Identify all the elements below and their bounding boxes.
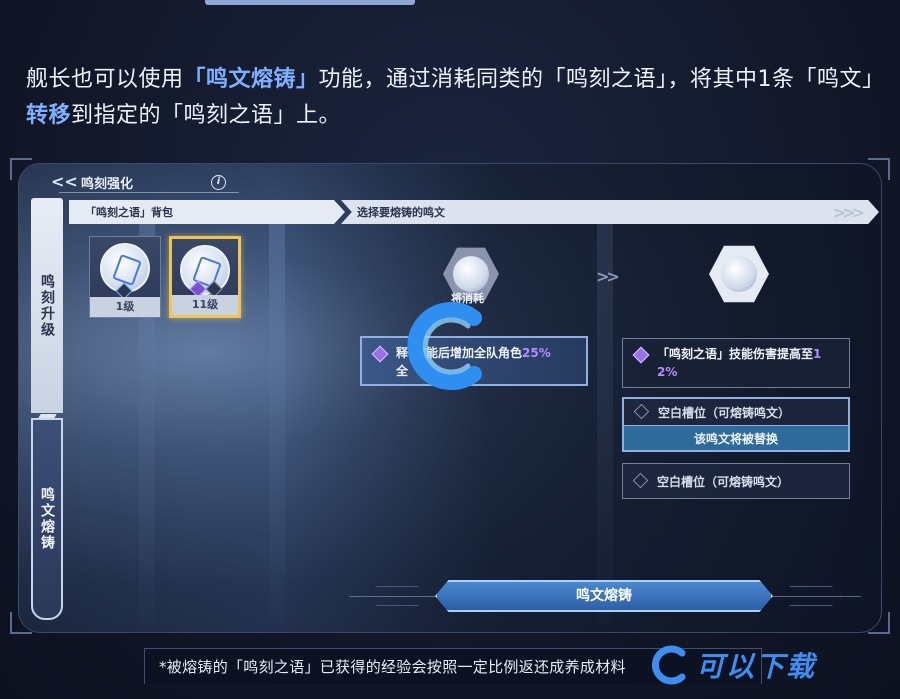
slot-label: 空白槽位（可熔铸鸣文） [658,405,791,420]
effect-percent: 1 [813,347,822,361]
target-stigmata-icon [709,245,769,303]
background-pillar [269,224,285,624]
intro-part1: 舰长也可以使用 [26,67,184,92]
effect-percent: 2% [657,365,678,379]
empty-slot[interactable]: 空白槽位（可熔铸鸣文） [622,463,850,499]
replace-note: 该鸣文将被替换 [622,426,850,452]
inscription-diamond-icon [371,345,389,363]
info-icon[interactable]: i [211,174,227,190]
top-tab-indicator [205,0,415,5]
header-underline [59,192,239,193]
tab-label: 鸣文熔铸 [39,487,55,551]
tab-inscription-forge[interactable]: 鸣文熔铸 [31,418,63,620]
slot-diamond-icon [633,403,650,420]
empty-slot-selected[interactable]: 空白槽位（可熔铸鸣文） [622,397,850,427]
intro-text: 舰长也可以使用「鸣文熔铸」功能，通过消耗同类的「鸣刻之语」，将其中1条「鸣文」转… [26,62,886,134]
inventory-item[interactable]: 1级 [89,236,161,318]
watermark-text: 可以下载 [696,650,817,683]
effect-percent: 25% [522,346,551,360]
transfer-arrow-icon: >> [596,267,620,286]
game-screen: << 鸣刻强化 i 鸣刻升级 鸣文熔铸 「鸣刻之语」背包 选择要熔铸的鸣文 >>>… [18,163,882,633]
effect-text: 「鸣刻之语」技能伤害提高至 [657,347,814,361]
watermark: 可以下载 [650,640,890,690]
target-inscription-effect[interactable]: 「鸣刻之语」技能伤害提高至1 2% [622,338,850,388]
intro-highlight-transfer: 转移 [26,103,72,128]
inscription-diamond-icon [632,346,650,364]
intro-part3: 到指定的「鸣刻之语」上。 [71,103,342,128]
intro-part2: 功能，通过消耗同类的「鸣刻之语」，将其中1条「鸣文」 [318,67,885,92]
select-bar-label: 选择要熔铸的鸣文 [357,206,445,219]
forge-button[interactable]: 鸣文熔铸 [435,580,773,612]
button-decoration [781,586,841,606]
inventory-item-selected[interactable]: 11级 [169,236,241,318]
select-inscription-bar: 选择要熔铸的鸣文 >>> [341,200,879,224]
slot-label: 空白槽位（可熔铸鸣文） [657,474,790,489]
watermark-logo-icon [651,645,686,685]
brand-logo-icon [407,302,482,390]
tab-stigmata-upgrade[interactable]: 鸣刻升级 [31,198,63,413]
item-level: 1级 [90,297,160,317]
chevrons-icon: >>> [832,203,865,222]
item-level: 11级 [172,295,238,315]
slot-diamond-icon [632,472,649,489]
tab-label: 鸣刻升级 [39,273,55,338]
intro-highlight-forge: 「鸣文熔铸」 [183,67,319,92]
screen-title: 鸣刻强化 [81,176,134,192]
button-decoration [367,586,427,606]
inventory-bar: 「鸣刻之语」背包 [69,200,345,224]
inventory-bar-label: 「鸣刻之语」背包 [85,206,173,219]
back-chevrons-icon[interactable]: << [51,173,78,191]
